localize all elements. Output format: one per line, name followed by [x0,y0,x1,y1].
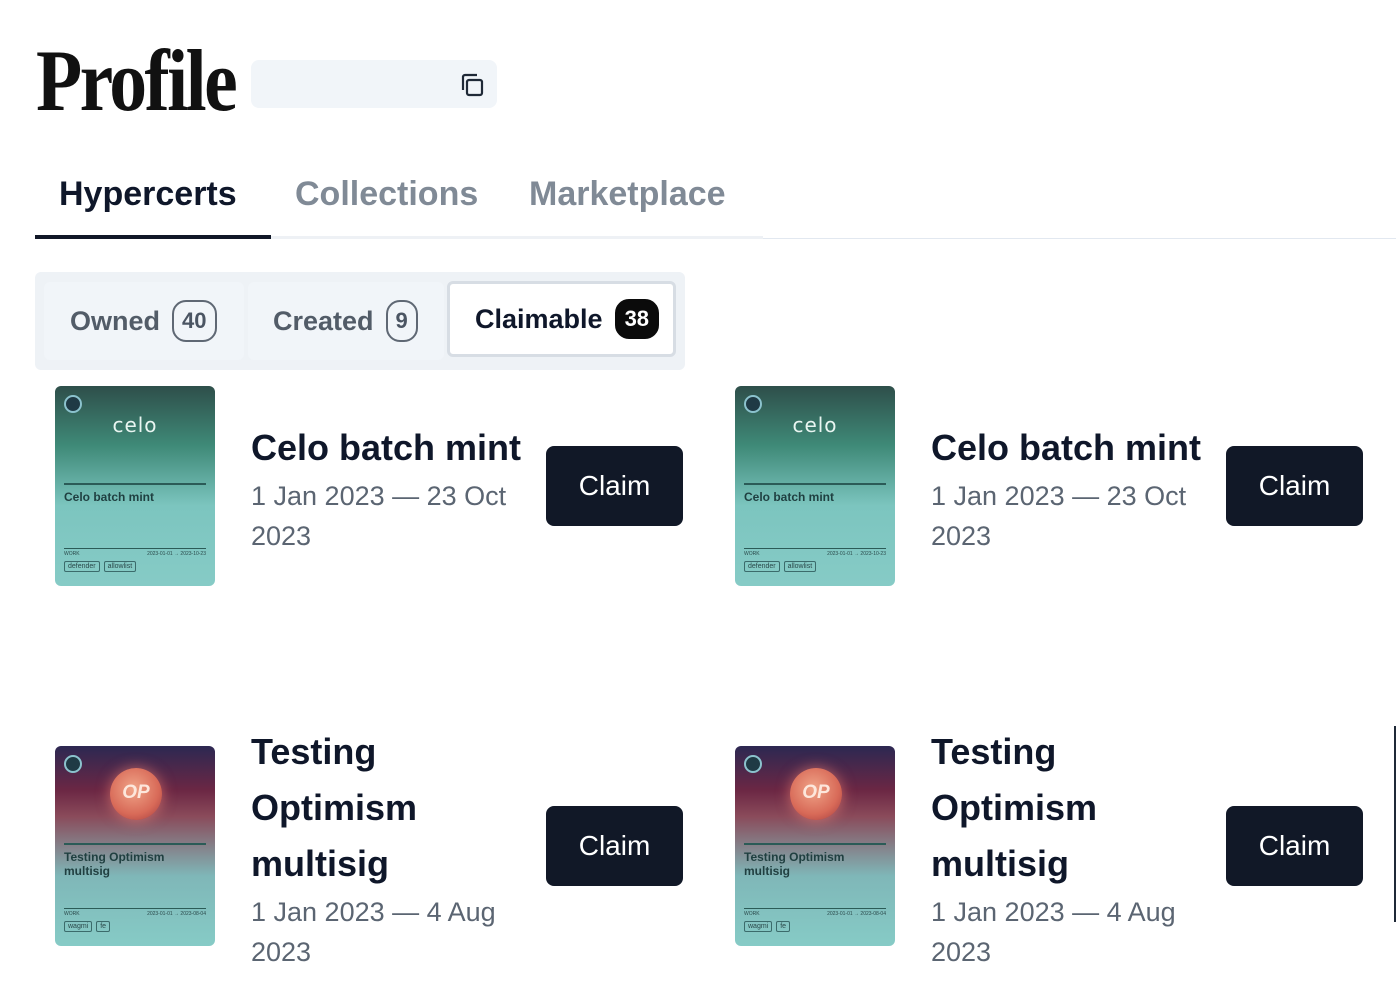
divider [744,548,886,549]
work-range: 2023-01-01 → 2023-08-04 [827,911,886,917]
card-title[interactable]: Testing Optimism multisig [251,724,541,892]
work-label: WORK [64,551,80,557]
optimism-logo-icon: OP [790,768,842,820]
divider [744,843,886,845]
thumbnail-meta: WORK 2023-01-01 → 2023-10-23 [744,551,886,557]
card-date: 1 Jan 2023 — 4 Aug 2023 [931,897,1176,967]
list-item: OP Testing Optimism multisig WORK 2023-0… [35,724,695,967]
thumbnail-title: Testing Optimism multisig [64,850,165,878]
logo-badge-icon [744,755,762,773]
thumbnail-meta: WORK 2023-01-01 → 2023-10-23 [64,551,206,557]
thumbnail-title: Celo batch mint [64,490,155,504]
thumbnail-title: Testing Optimism multisig [744,850,845,878]
page-title: Profile [36,33,238,130]
tag: wagmi [64,921,93,932]
tag: allowlist [783,561,817,572]
tag: allowlist [103,561,137,572]
hypercert-thumbnail[interactable]: OP Testing Optimism multisig WORK 2023-0… [735,746,895,946]
subtab-label: Created [273,305,374,336]
subtab-label: Owned [70,305,161,336]
work-label: WORK [744,551,760,557]
list-item: celo Celo batch mint WORK 2023-01-01 → 2… [715,386,1375,626]
claim-button[interactable]: Claim [1226,806,1363,886]
count-badge: 9 [385,300,418,342]
work-label: WORK [744,911,760,917]
list-item: OP Testing Optimism multisig WORK 2023-0… [715,724,1375,967]
tag: wagmi [744,921,773,932]
tab-hypercerts[interactable]: Hypercerts [59,174,237,214]
thumbnail-tags: defender allowlist [64,561,137,572]
celo-logo-icon: celo [112,413,158,437]
tag: fe [96,921,111,932]
card-title[interactable]: Testing Optimism multisig [931,724,1221,892]
divider [64,483,206,485]
claim-button[interactable]: Claim [546,806,683,886]
divider [64,908,206,909]
claim-button[interactable]: Claim [1226,446,1363,526]
thumbnail-tags: wagmi fe [64,921,111,932]
card-date: 1 Jan 2023 — 4 Aug 2023 [251,897,496,967]
profile-tabs: Hypercerts Collections Marketplace [35,160,1396,240]
work-range: 2023-01-01 → 2023-10-23 [827,551,886,557]
subtab-label: Claimable [475,303,603,334]
logo-badge-icon [744,395,762,413]
tag: fe [776,921,791,932]
hypercert-thumbnail[interactable]: celo Celo batch mint WORK 2023-01-01 → 2… [55,386,215,586]
logo-badge-icon [64,755,82,773]
work-range: 2023-01-01 → 2023-08-04 [147,911,206,917]
subtab-owned[interactable]: Owned 40 [44,282,244,360]
work-label: WORK [64,911,80,917]
count-badge: 40 [172,300,217,342]
divider [744,483,886,485]
active-tab-indicator [35,235,271,239]
thumbnail-meta: WORK 2023-01-01 → 2023-08-04 [744,911,886,917]
optimism-logo-icon: OP [110,768,162,820]
tab-marketplace[interactable]: Marketplace [529,174,726,214]
hypercert-thumbnail[interactable]: celo Celo batch mint WORK 2023-01-01 → 2… [735,386,895,586]
thumbnail-tags: wagmi fe [744,921,791,932]
card-title[interactable]: Celo batch mint [931,420,1221,476]
thumbnail-tags: defender allowlist [744,561,817,572]
thumbnail-meta: WORK 2023-01-01 → 2023-08-04 [64,911,206,917]
thumbnail-title: Celo batch mint [744,490,835,504]
claim-button[interactable]: Claim [546,446,683,526]
copy-icon[interactable] [457,70,487,100]
hypercert-thumbnail[interactable]: OP Testing Optimism multisig WORK 2023-0… [55,746,215,946]
celo-logo-icon: celo [792,413,838,437]
divider [64,548,206,549]
tabs-divider-extension [763,238,1396,239]
subtab-claimable[interactable]: Claimable 38 [447,281,676,357]
list-item: celo Celo batch mint WORK 2023-01-01 → 2… [35,386,695,626]
tag: defender [744,561,780,572]
hypercert-filter-tabs: Owned 40 Created 9 Claimable 38 [35,272,685,370]
tab-collections[interactable]: Collections [295,174,478,214]
subtab-created[interactable]: Created 9 [248,282,444,360]
count-badge: 38 [614,299,660,339]
card-title[interactable]: Celo batch mint [251,420,541,476]
card-date: 1 Jan 2023 — 23 Oct 2023 [931,481,1187,551]
logo-badge-icon [64,395,82,413]
tag: defender [64,561,100,572]
work-range: 2023-01-01 → 2023-10-23 [147,551,206,557]
divider [744,908,886,909]
card-date: 1 Jan 2023 — 23 Oct 2023 [251,481,507,551]
divider [64,843,206,845]
